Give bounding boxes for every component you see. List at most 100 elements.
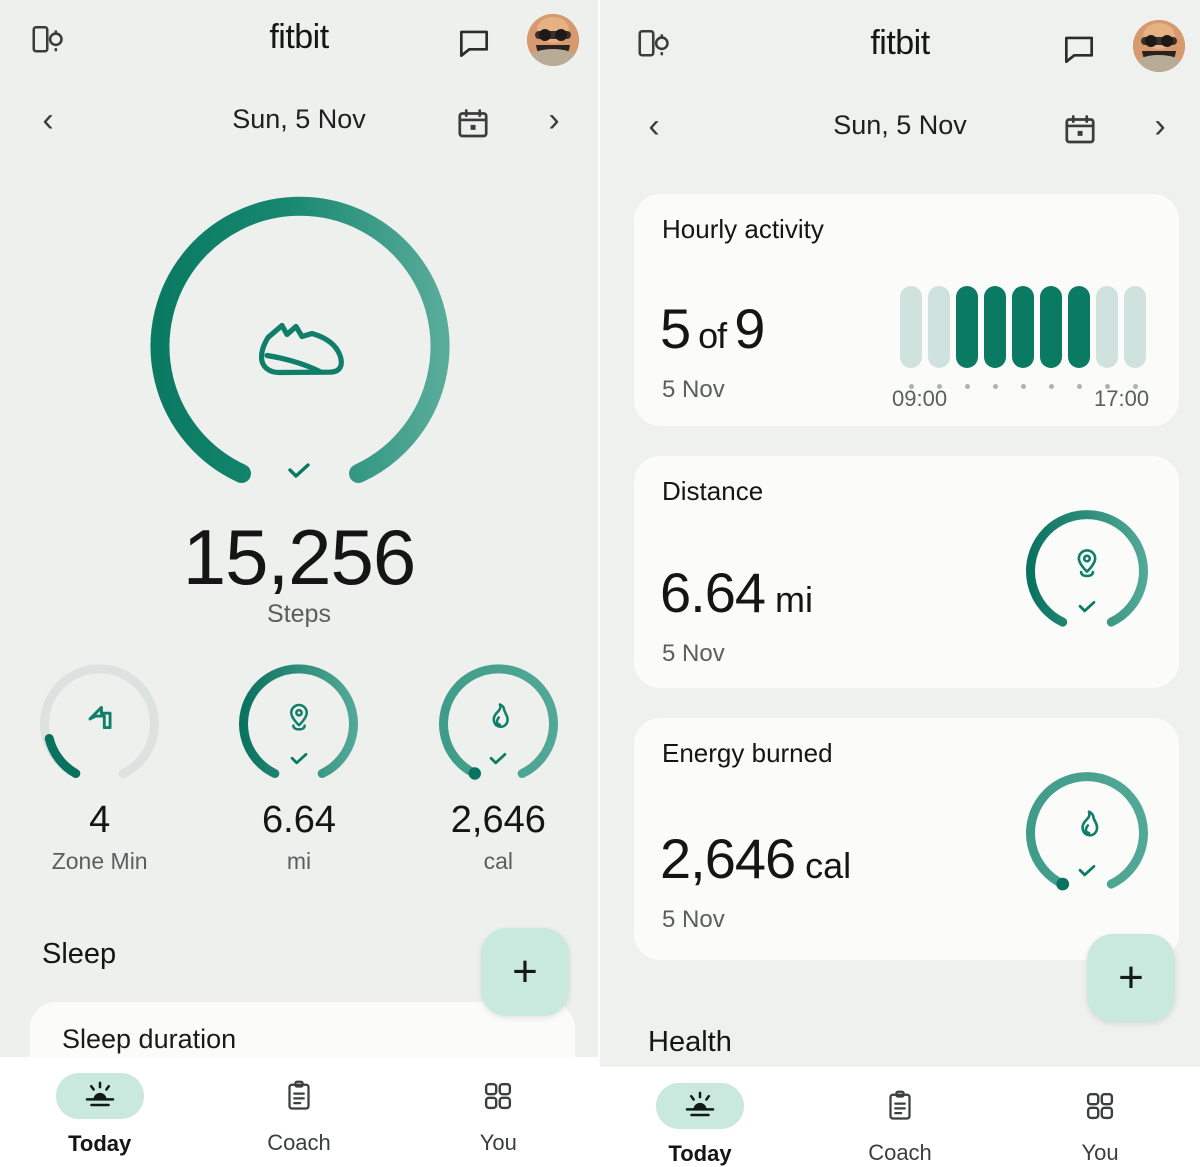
plus-icon: + [1118,953,1144,1002]
distance-gauge [1023,508,1151,636]
bottom-navigation: Today Coach You [600,1067,1200,1167]
hourly-activity-title: Hourly activity [662,214,824,244]
health-section-title: Health [648,1026,732,1058]
dual-screenshot: fitbit ‹ Sun, 5 Nov › 15,256 Steps 4 Zon… [0,0,1200,1167]
sleep-section-title: Sleep [42,938,117,970]
hourly-activity-card[interactable]: Hourly activity 5 of 9 5 Nov 09:00 17:00 [634,194,1179,426]
metric-calories[interactable]: 2,646 cal [399,662,598,875]
hourly-bar [1096,286,1118,368]
app-brand: fitbit [870,24,930,62]
distance-goal-check-icon [1077,600,1097,619]
tick-dot [1068,376,1090,394]
calories-value: 2,646 [450,799,546,841]
chat-bubble-icon[interactable] [1060,30,1098,73]
steps-gauge[interactable] [145,196,455,506]
zone-minutes-unit: Zone Min [51,848,148,874]
sunrise-icon [55,1073,144,1119]
nav-item-today[interactable]: Today [600,1083,800,1167]
app-header: fitbit [600,0,1200,92]
energy-card-date: 5 Nov [662,906,725,933]
hourly-activity-bars [900,286,1146,368]
plus-icon: + [512,947,538,996]
location-pin-icon [279,697,319,742]
distance-card-date: 5 Nov [662,640,725,667]
clipboard-icon [856,1083,944,1129]
flame-icon [1066,804,1108,851]
date-navigator: ‹ Sun, 5 Nov › [600,92,1200,172]
grid-icon [454,1073,542,1119]
bottom-navigation: Today Coach You [0,1057,598,1167]
hourly-tick-start: 09:00 [892,386,948,411]
sleep-card-title: Sleep duration [62,1024,237,1054]
metric-distance[interactable]: 6.64 mi [199,662,398,875]
distance-value: 6.64 [262,799,336,841]
tick-dot [1040,376,1062,394]
distance-card[interactable]: Distance 6.64 mi 5 Nov [634,456,1179,688]
energy-goal-check-icon [1077,864,1097,883]
nav-item-you[interactable]: You [1000,1083,1200,1166]
energy-card-title: Energy burned [662,738,833,768]
sunrise-icon [656,1083,744,1129]
nav-label-coach: Coach [868,1140,932,1165]
avatar[interactable] [1133,20,1185,72]
hourly-bar [956,286,978,368]
steps-value: 15,256 [182,513,417,601]
date-navigator: ‹ Sun, 5 Nov › [0,84,598,164]
location-pin-icon [1066,542,1108,589]
hourly-activity-date: 5 Nov [662,376,725,403]
nav-item-coach[interactable]: Coach [800,1083,1000,1166]
chat-bubble-icon[interactable] [455,24,493,67]
hourly-of-word: of [698,315,727,356]
grid-icon [1056,1083,1144,1129]
energy-card-value: 2,646 cal [660,826,851,891]
nav-label-coach: Coach [267,1130,331,1155]
steps-goal-check-icon [0,462,598,485]
nav-label-today: Today [68,1131,132,1156]
hourly-bar [1068,286,1090,368]
current-date-label: Sun, 5 Nov [833,110,967,140]
next-day-button[interactable]: › [534,100,574,140]
calendar-icon[interactable] [455,106,491,147]
calendar-icon[interactable] [1062,112,1098,153]
hourly-goal: 9 [734,297,765,360]
distance-card-value: 6.64 mi [660,560,813,625]
energy-gauge [1023,770,1151,898]
right-phone-screen: fitbit ‹ Sun, 5 Nov › Hourly activity 5 … [600,0,1200,1167]
energy-burned-card[interactable]: Energy burned 2,646 cal 5 Nov [634,718,1179,960]
shoe-icon [236,285,364,418]
nav-item-you[interactable]: You [399,1073,598,1156]
hourly-bar [928,286,950,368]
hourly-bar [1124,286,1146,368]
steps-label: Steps [267,600,331,628]
tick-dot [984,376,1006,394]
distance-unit: mi [286,848,312,874]
metrics-row: 4 Zone Min 6.64 mi 2,646 cal [0,662,598,875]
left-phone-screen: fitbit ‹ Sun, 5 Nov › 15,256 Steps 4 Zon… [0,0,598,1167]
avatar[interactable] [527,14,579,66]
nav-item-today[interactable]: Today [0,1073,199,1157]
distance-card-title: Distance [662,476,764,506]
clipboard-icon [255,1073,343,1119]
app-header: fitbit [0,0,598,84]
app-brand: fitbit [269,18,329,56]
hourly-bar [1040,286,1062,368]
calories-goal-check-icon [488,752,508,771]
current-date-label: Sun, 5 Nov [232,104,366,134]
add-button-fab[interactable]: + [1087,934,1175,1022]
zone-minutes-icon [77,694,123,745]
zone-minutes-value: 4 [89,799,111,841]
add-button-fab[interactable]: + [481,928,569,1016]
distance-goal-check-icon [289,752,309,771]
tick-dot [1012,376,1034,394]
distance-unit: mi [775,579,813,620]
next-day-button[interactable]: › [1140,106,1180,146]
nav-label-you: You [479,1130,517,1155]
nav-item-coach[interactable]: Coach [199,1073,398,1156]
flame-icon [478,697,518,742]
hourly-bar [900,286,922,368]
nav-label-you: You [1081,1140,1119,1165]
hourly-count: 5 [660,297,691,360]
energy-unit: cal [805,845,852,886]
metric-zone-minutes[interactable]: 4 Zone Min [0,662,199,875]
nav-label-today: Today [668,1141,732,1166]
